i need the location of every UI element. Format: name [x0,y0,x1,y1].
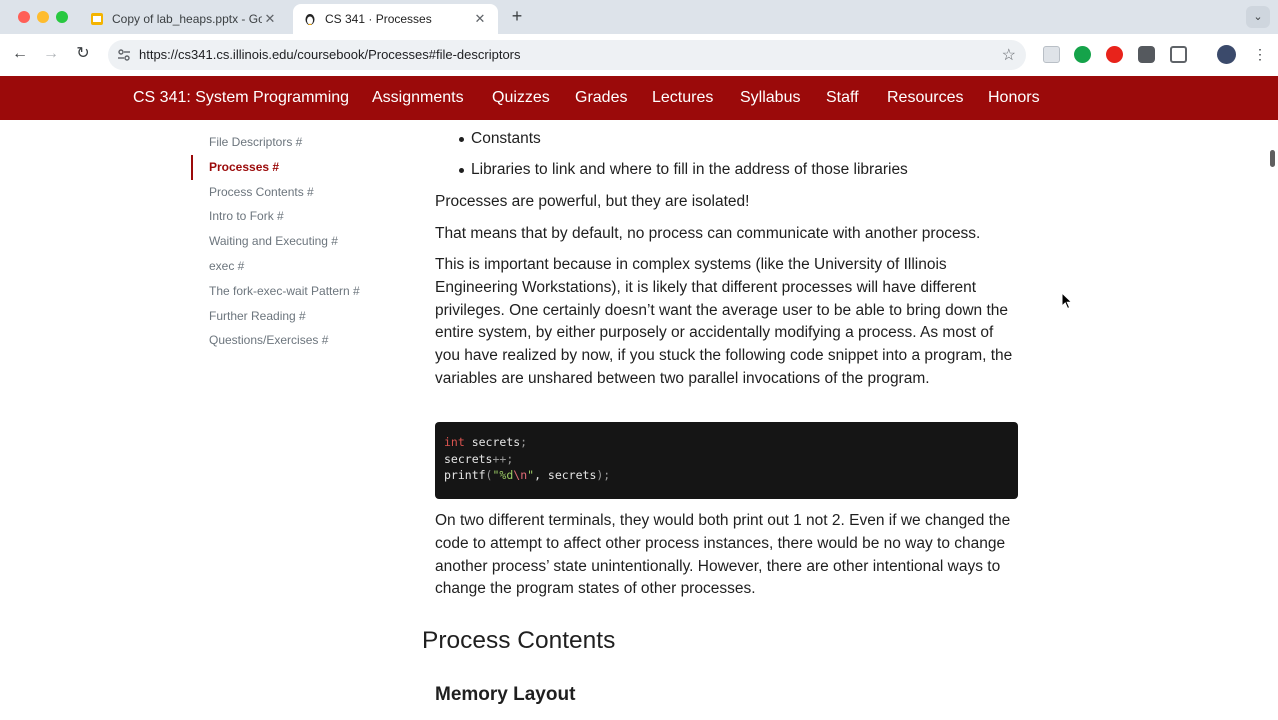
subsection-heading: Memory Layout [435,684,576,705]
toc-item-intro-to-fork[interactable]: Intro to Fork # [191,204,391,229]
tab-cs341-processes[interactable]: CS 341 · Processes ✕ [293,4,498,34]
toc-item-processes[interactable]: Processes # [191,154,391,180]
opera-extension-icon[interactable] [1106,46,1123,63]
section-heading: Process Contents [422,627,616,654]
extension-grid-icon[interactable] [1043,46,1060,63]
code-text: secrets [444,451,493,466]
tab-strip: Copy of lab_heaps.pptx - Goo ✕ CS 341 · … [0,0,1278,34]
list-item: Constants [459,128,908,159]
window-minimize-button[interactable] [37,11,49,23]
paragraph: Processes are powerful, but they are iso… [435,193,750,210]
site-info-icon[interactable] [116,47,132,63]
code-text: printf [444,468,486,482]
code-block: int secrets; secrets++; printf("%d\n", s… [435,422,1018,499]
nav-link-quizzes[interactable]: Quizzes [492,89,550,107]
toc-item-further-reading[interactable]: Further Reading # [191,304,391,329]
close-tab-icon[interactable]: ✕ [262,11,278,27]
nav-link-resources[interactable]: Resources [887,89,963,107]
list-item: Libraries to link and where to fill in t… [459,159,908,190]
window-zoom-button[interactable] [56,11,68,23]
paragraph: On two different terminals, they would b… [435,512,1011,598]
toc-item-file-descriptors[interactable]: File Descriptors # [191,130,391,155]
browser-toolbar: ← → ↻ https://cs341.cs.illinois.edu/cour… [0,34,1278,76]
toc-item-exec[interactable]: exec # [191,254,391,279]
slides-icon [91,13,103,25]
kebab-menu-icon[interactable]: ⋮ [1250,44,1270,64]
new-tab-button[interactable]: + [507,7,527,27]
bullet-list: Constants Libraries to link and where to… [459,128,908,190]
mouse-cursor-icon [1061,292,1073,310]
code-punctuation: ; [520,435,528,449]
tab-title: CS 341 · Processes [325,12,432,26]
code-string: "%d [492,468,514,482]
code-escape: \n [513,468,528,482]
paragraph: This is important because in complex sys… [435,256,1013,387]
reload-icon[interactable]: ↻ [73,44,93,64]
nav-link-lectures[interactable]: Lectures [652,89,713,107]
nav-link-syllabus[interactable]: Syllabus [740,89,800,107]
nav-link-assignments[interactable]: Assignments [372,89,464,107]
site-navbar: CS 341: System Programming Assignments Q… [0,76,1278,120]
back-icon[interactable]: ← [10,44,30,64]
toc-item-waiting-and-executing[interactable]: Waiting and Executing # [191,229,391,254]
paragraph: That means that by default, no process c… [435,225,981,242]
code-punctuation: ); [596,468,611,482]
toc-item-process-contents[interactable]: Process Contents # [191,180,391,205]
toc-item-fork-exec-wait[interactable]: The fork-exec-wait Pattern # [191,279,391,304]
address-bar[interactable]: https://cs341.cs.illinois.edu/coursebook… [108,40,1026,70]
extensions-puzzle-icon[interactable] [1170,46,1187,63]
code-keyword: int [444,435,465,449]
robot-extension-icon[interactable] [1138,46,1155,63]
forward-icon[interactable]: → [41,44,61,64]
tab-lab-heaps[interactable]: Copy of lab_heaps.pptx - Goo ✕ [80,4,288,34]
code-text: secrets [464,435,521,449]
toc-item-questions-exercises[interactable]: Questions/Exercises # [191,328,391,353]
window-close-button[interactable] [18,11,30,23]
site-brand-link[interactable]: CS 341: System Programming [133,89,349,107]
page-scrollbar-thumb[interactable] [1270,150,1275,167]
nav-link-staff[interactable]: Staff [826,89,859,107]
code-text: , secrets [534,468,597,482]
penguin-icon [305,14,315,25]
bookmark-star-icon[interactable]: ☆ [1002,45,1016,65]
table-of-contents: File Descriptors # Processes # Process C… [191,130,391,353]
url-text[interactable]: https://cs341.cs.illinois.edu/coursebook… [139,47,521,62]
profile-avatar[interactable] [1217,45,1236,64]
nav-link-honors[interactable]: Honors [988,89,1040,107]
tab-search-button[interactable]: ⌄ [1246,6,1270,28]
close-tab-icon[interactable]: ✕ [472,11,488,27]
browser-chrome: Copy of lab_heaps.pptx - Goo ✕ CS 341 · … [0,0,1278,76]
grammarly-icon[interactable] [1074,46,1091,63]
code-punctuation: ++; [492,451,514,466]
tab-title: Copy of lab_heaps.pptx - Goo [112,12,262,26]
nav-link-grades[interactable]: Grades [575,89,627,107]
